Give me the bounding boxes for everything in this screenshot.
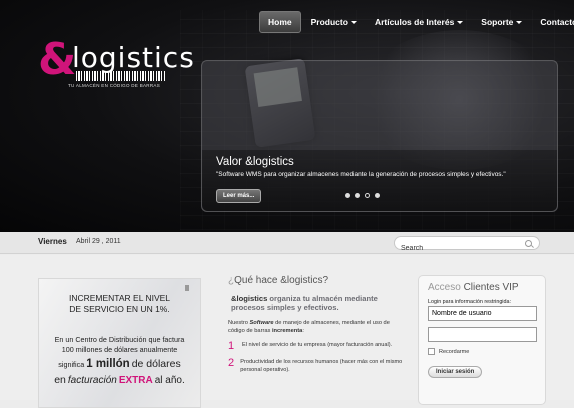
nav-producto-label: Producto bbox=[310, 17, 348, 27]
carousel-slide: Valor &logistics "Software WMS para orga… bbox=[201, 60, 558, 212]
day-label: Viernes bbox=[38, 237, 67, 246]
promo-line2: 100 millones de dólares anualmente bbox=[61, 345, 178, 355]
intro-body: Nuestro Software de manejo de almacenes,… bbox=[228, 320, 408, 335]
slide-title: Valor &logistics bbox=[216, 155, 294, 168]
promo-line3: significa 1 millón de dólares bbox=[39, 356, 200, 373]
body-bold: incrementa bbox=[271, 327, 303, 334]
intro-lead: &logistics organiza tu almacén mediante p… bbox=[228, 294, 408, 313]
carousel-dot-active[interactable] bbox=[365, 193, 370, 198]
main-content: INCREMENTAR EL NIVEL DE SERVICIO EN UN 1… bbox=[0, 255, 574, 408]
promo-line4-pre: en bbox=[54, 373, 66, 386]
remember-me[interactable]: Recordarme bbox=[428, 348, 536, 355]
nav-soporte-label: Soporte bbox=[481, 17, 514, 27]
logo-tagline: TU ALMACÉN EN CÓDIGO DE BARRAS bbox=[68, 83, 161, 88]
promo-line1: En un Centro de Distribución que factura bbox=[54, 335, 185, 344]
nav-home[interactable]: Home bbox=[259, 11, 301, 33]
promo-line4-post: al año. bbox=[154, 374, 185, 386]
promo-heading-line2: DE SERVICIO EN UN 1%. bbox=[69, 304, 170, 315]
promo-text: En un Centro de Distribución que factura… bbox=[39, 335, 200, 388]
date-label: Abril 29 , 2011 bbox=[76, 238, 121, 245]
read-more-button[interactable]: Leer más... bbox=[216, 189, 262, 203]
password-field[interactable] bbox=[428, 327, 537, 342]
hero-banner: & logistics TU ALMACÉN EN CÓDIGO DE BARR… bbox=[0, 0, 574, 232]
slide-text: "Software WMS para organizar almacenes m… bbox=[216, 170, 506, 178]
body-pre: Nuestro bbox=[228, 319, 250, 326]
username-field[interactable] bbox=[428, 306, 537, 321]
promo-line4-em: facturación bbox=[67, 374, 117, 386]
date-bar: Viernes Abril 29 , 2011 bbox=[0, 232, 574, 254]
lead-bold: procesos simples y efectivos. bbox=[231, 303, 339, 313]
chevron-down-icon bbox=[516, 21, 523, 25]
nav-contacto-label: Contacto bbox=[540, 17, 574, 27]
promo-line4: en facturación EXTRA al año. bbox=[39, 373, 200, 389]
nav-soporte[interactable]: Soporte bbox=[473, 12, 530, 32]
slide-caption: Valor &logistics "Software WMS para orga… bbox=[202, 149, 557, 211]
lead-brand: &logistics bbox=[231, 294, 268, 303]
logo-wordmark: logistics bbox=[72, 41, 195, 74]
promo-banner[interactable]: INCREMENTAR EL NIVEL DE SERVICIO EN UN 1… bbox=[38, 278, 201, 408]
promo-line3-pre: significa bbox=[58, 359, 85, 369]
login-button[interactable]: Iniciar sesión bbox=[428, 366, 483, 378]
list-number: 2 bbox=[228, 357, 235, 370]
chevron-down-icon bbox=[457, 21, 464, 25]
question-text: Qué hace &logistics? bbox=[234, 275, 329, 286]
promo-line3-post: de dólares bbox=[131, 357, 181, 370]
promo-heading-line1: INCREMENTAR EL NIVEL bbox=[68, 293, 171, 303]
pin-icon bbox=[185, 285, 189, 291]
login-title-a: Acceso bbox=[428, 282, 464, 293]
promo-line4-extra: EXTRA bbox=[118, 374, 153, 386]
nav-home-label: Home bbox=[268, 17, 292, 27]
list-item: 2 Productividad de los recursos humanos … bbox=[228, 358, 408, 374]
login-title: Acceso Clientes VIP bbox=[428, 282, 536, 293]
body-end: : bbox=[302, 327, 304, 334]
search-box bbox=[394, 236, 540, 254]
list-item: 1 El nivel de servicio de tu empresa (ma… bbox=[228, 341, 408, 352]
lead-rest: organiza tu almacén mediante bbox=[267, 294, 378, 303]
nav-articulos[interactable]: Artículos de Interés bbox=[367, 12, 471, 32]
nav-producto[interactable]: Producto bbox=[303, 12, 365, 32]
promo-line3-big: 1 millón bbox=[86, 357, 130, 370]
carousel-dot[interactable] bbox=[355, 193, 360, 198]
search-input[interactable] bbox=[395, 243, 515, 254]
remember-label: Recordarme bbox=[439, 348, 470, 355]
intro-section: ¿Qué hace &logistics? &logistics organiz… bbox=[228, 275, 408, 380]
logo-ampersand: & bbox=[38, 34, 77, 85]
carousel-dot[interactable] bbox=[345, 193, 350, 198]
carousel-dots bbox=[345, 193, 380, 198]
barcode-icon bbox=[76, 71, 166, 81]
body-software: Software bbox=[249, 319, 274, 326]
site-logo[interactable]: & logistics TU ALMACÉN EN CÓDIGO DE BARR… bbox=[38, 34, 194, 95]
nav-articulos-label: Artículos de Interés bbox=[374, 17, 455, 27]
login-note: Login para información restringida: bbox=[428, 299, 512, 305]
search-icon[interactable] bbox=[525, 240, 532, 247]
intro-question: ¿Qué hace &logistics? bbox=[228, 275, 408, 286]
remember-checkbox[interactable] bbox=[428, 348, 435, 355]
login-title-b: Clientes VIP bbox=[463, 282, 519, 293]
chevron-down-icon bbox=[350, 21, 357, 25]
carousel-dot[interactable] bbox=[375, 193, 380, 198]
login-panel: Acceso Clientes VIP Login para informaci… bbox=[418, 275, 546, 405]
nav-contacto[interactable]: Contacto bbox=[532, 12, 574, 32]
list-text: El nivel de servicio de tu empresa (mayo… bbox=[242, 342, 393, 349]
list-number: 1 bbox=[228, 340, 235, 353]
promo-heading: INCREMENTAR EL NIVEL DE SERVICIO EN UN 1… bbox=[39, 293, 200, 316]
list-text: Productividad de los recursos humanos (h… bbox=[240, 359, 403, 373]
main-nav: Home Producto Artículos de Interés Sopor… bbox=[259, 11, 574, 33]
